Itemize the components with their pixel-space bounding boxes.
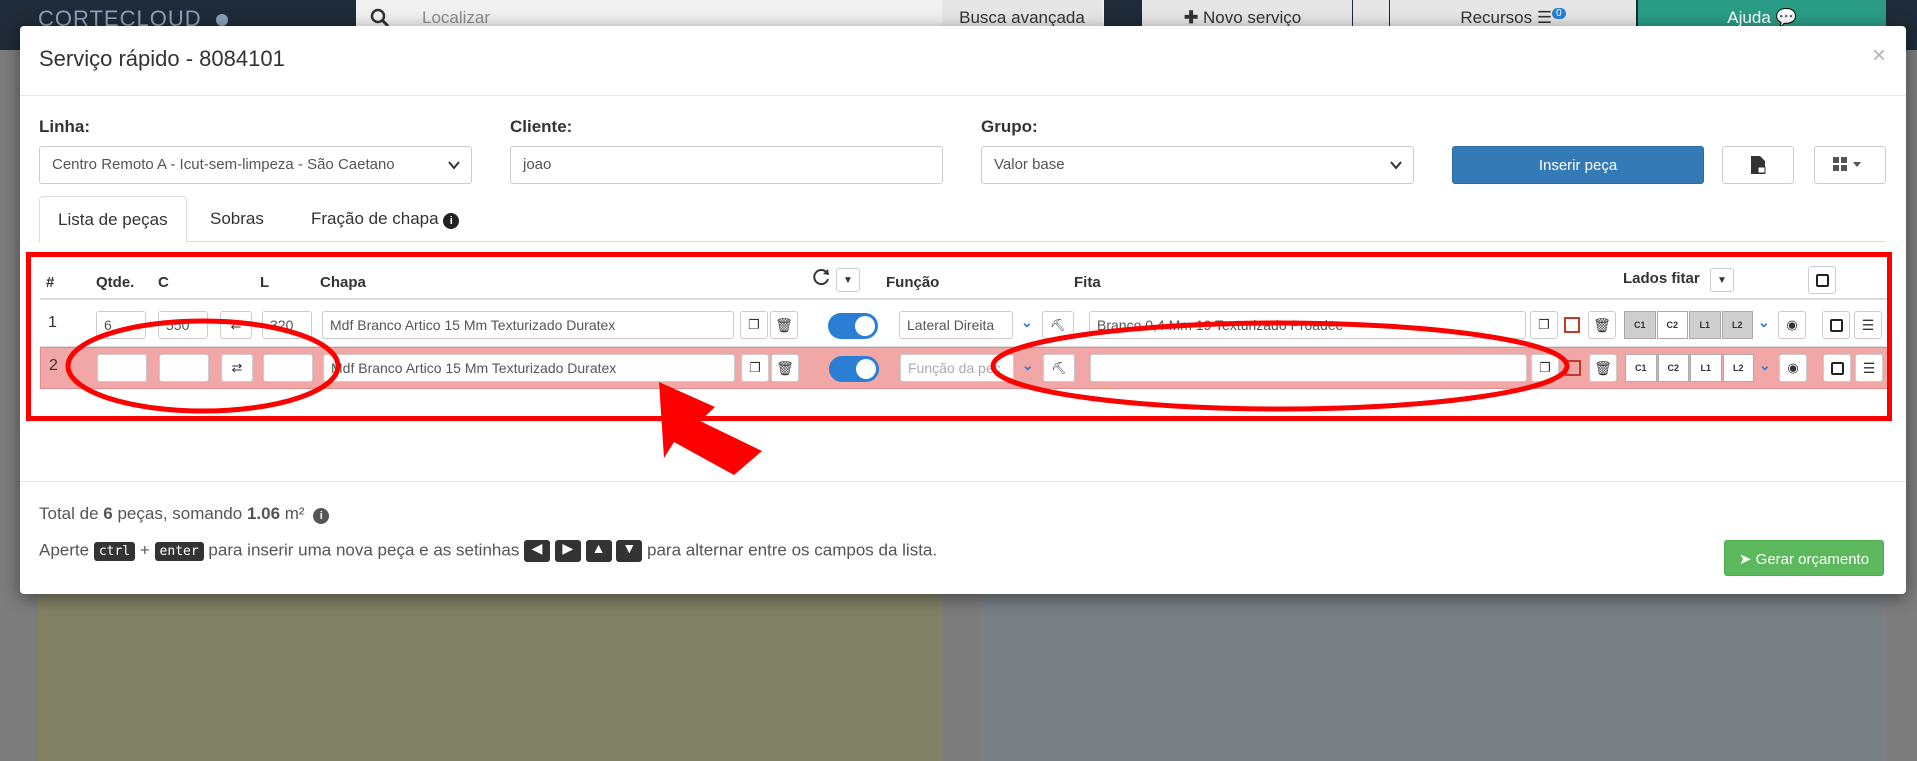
annotation-ellipse-left xyxy=(65,318,341,414)
annotation-ellipse-right xyxy=(990,320,1570,412)
annotation-arrow xyxy=(659,382,762,475)
annotation-overlay xyxy=(65,318,1570,475)
